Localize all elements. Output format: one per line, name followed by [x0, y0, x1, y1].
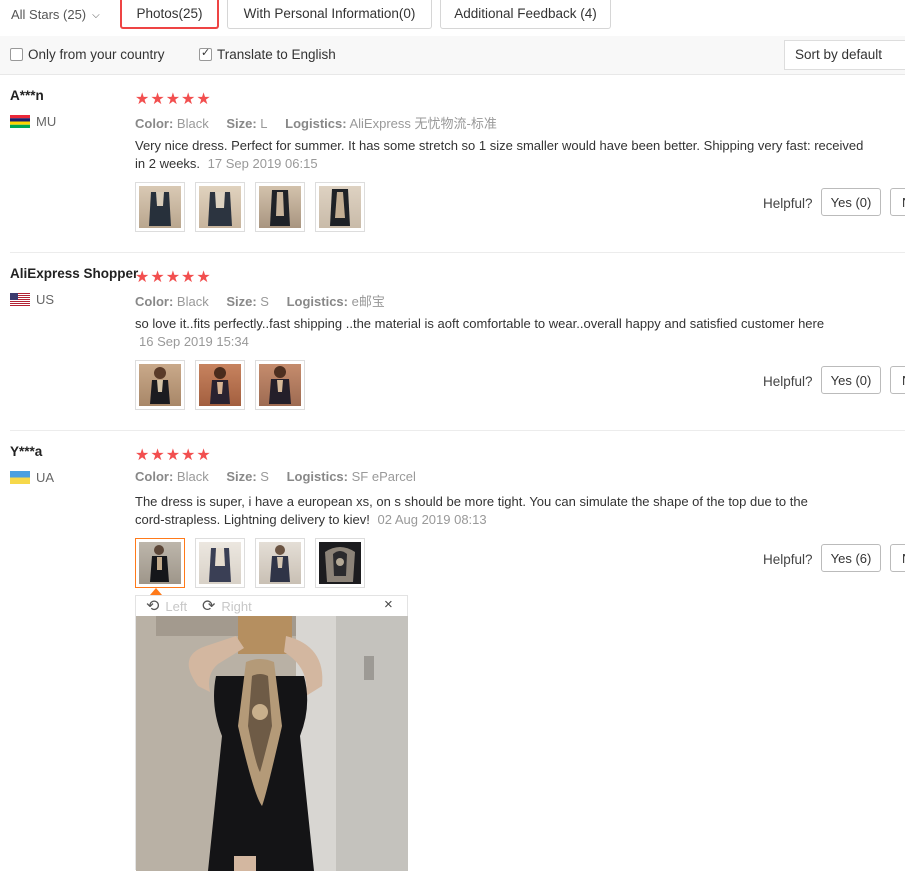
color-label: Color: — [135, 116, 174, 131]
order-attributes: Color: Black Size: S Logistics: e邮宝 — [135, 291, 385, 310]
only-country-label[interactable]: Only from your country — [28, 47, 165, 62]
helpful-no-button[interactable]: N — [890, 366, 905, 394]
review-photo-thumb[interactable] — [195, 182, 245, 232]
flag-ua-icon — [10, 471, 30, 484]
review-text: The dress is super, i have a european xs… — [135, 493, 835, 529]
rotate-right-label: Right — [221, 598, 252, 614]
color-label: Color: — [135, 469, 174, 484]
size-value: L — [260, 116, 268, 131]
helpful-yes-label: Yes (0) — [830, 194, 872, 210]
translate-label[interactable]: Translate to English — [217, 47, 336, 62]
color-value: Black — [176, 116, 209, 131]
tab-personal-info[interactable]: With Personal Information(0) — [227, 0, 432, 29]
star-rating: ★★★★★ — [135, 447, 212, 464]
flag-us-icon — [10, 293, 30, 306]
review-date: 17 Sep 2019 06:15 — [207, 156, 318, 171]
review-photo-thumb[interactable] — [255, 538, 305, 588]
logistics-label: Logistics: — [285, 116, 347, 131]
sort-select[interactable]: Sort by default — [784, 40, 905, 70]
photo-thumbnails — [135, 538, 365, 588]
helpful-label: Helpful? — [763, 552, 813, 567]
helpful-yes-label: Yes (6) — [830, 550, 872, 566]
size-value: S — [260, 469, 269, 484]
helpful-no-button[interactable]: N — [890, 544, 905, 572]
logistics-value: SF eParcel — [351, 469, 416, 484]
only-country-checkbox[interactable] — [10, 48, 23, 61]
review-text: Very nice dress. Perfect for summer. It … — [135, 137, 865, 173]
review-date: 02 Aug 2019 08:13 — [377, 512, 487, 527]
order-attributes: Color: Black Size: L Logistics: AliExpre… — [135, 113, 497, 132]
helpful-yes-button[interactable]: Yes (6) — [821, 544, 881, 572]
review-photo-thumb-selected[interactable] — [135, 538, 185, 588]
options-bar: Only from your country Translate to Engl… — [0, 36, 905, 75]
photo-thumbnails — [135, 182, 365, 232]
helpful-label: Helpful? — [763, 196, 813, 211]
review-item: A***n MU ★★★★★ Color: Black Size: L Logi… — [0, 75, 905, 253]
tab-photos[interactable]: Photos(25) — [120, 0, 219, 29]
country-code: MU — [36, 114, 57, 129]
size-label: Size: — [226, 469, 257, 484]
review-photo-thumb[interactable] — [195, 360, 245, 410]
star-rating: ★★★★★ — [135, 269, 212, 286]
helpful-no-button[interactable]: N — [890, 188, 905, 216]
review-body: so love it..fits perfectly..fast shippin… — [135, 316, 825, 331]
tab-photos-label: Photos(25) — [136, 5, 203, 21]
logistics-value: AliExpress 无忧物流-标准 — [349, 116, 497, 131]
chevron-down-icon: ⌵ — [92, 10, 100, 21]
reviewer-country: MU — [10, 114, 56, 129]
reviewer-country: US — [10, 292, 54, 307]
enlarged-review-photo — [136, 616, 408, 871]
helpful-yes-label: Yes (0) — [830, 372, 872, 388]
reviewer-country: UA — [10, 470, 54, 485]
size-value: S — [260, 294, 269, 309]
review-photo-thumb[interactable] — [135, 182, 185, 232]
logistics-label: Logistics: — [286, 469, 348, 484]
tab-personal-info-label: With Personal Information(0) — [243, 6, 416, 21]
tab-additional-feedback[interactable]: Additional Feedback (4) — [440, 0, 611, 29]
order-attributes: Color: Black Size: S Logistics: SF eParc… — [135, 469, 416, 484]
reviewer-name: Y***a — [10, 444, 43, 459]
sort-select-value: Sort by default — [795, 47, 883, 62]
logistics-label: Logistics: — [286, 294, 348, 309]
color-value: Black — [176, 469, 209, 484]
size-label: Size: — [226, 294, 257, 309]
close-icon[interactable]: × — [384, 596, 393, 613]
rotate-left-icon: ⟲ — [146, 598, 160, 615]
reviewer-name: AliExpress Shopper — [10, 266, 139, 281]
photo-thumbnails — [135, 360, 305, 410]
rotate-right-button[interactable]: ⟳ Right — [202, 596, 252, 616]
color-value: Black — [176, 294, 209, 309]
filter-bar: All Stars (25) ⌵ Photos(25) With Personal… — [0, 0, 905, 34]
all-stars-label: All Stars (25) — [11, 7, 87, 22]
country-code: US — [36, 292, 55, 307]
logistics-value: e邮宝 — [351, 294, 385, 309]
color-label: Color: — [135, 294, 174, 309]
viewer-pointer — [150, 588, 162, 595]
helpful-yes-button[interactable]: Yes (0) — [821, 188, 881, 216]
photo-viewer: ⟲ Left ⟳ Right × — [135, 595, 408, 871]
review-text: so love it..fits perfectly..fast shippin… — [135, 315, 865, 351]
country-code: UA — [36, 470, 55, 485]
rotate-left-label: Left — [165, 598, 188, 614]
helpful-label: Helpful? — [763, 374, 813, 389]
size-label: Size: — [226, 116, 257, 131]
all-stars-dropdown[interactable]: All Stars (25) ⌵ — [11, 7, 100, 22]
helpful-yes-button[interactable]: Yes (0) — [821, 366, 881, 394]
review-photo-thumb[interactable] — [315, 182, 365, 232]
reviewer-name: A***n — [10, 88, 44, 103]
review-photo-thumb[interactable] — [135, 360, 185, 410]
review-photo-thumb[interactable] — [255, 360, 305, 410]
rotate-left-button[interactable]: ⟲ Left — [146, 596, 187, 616]
translate-checkbox[interactable] — [199, 46, 212, 61]
review-photo-thumb[interactable] — [195, 538, 245, 588]
review-date: 16 Sep 2019 15:34 — [139, 334, 249, 349]
review-item: AliExpress Shopper US ★★★★★ Color: Black… — [0, 253, 905, 431]
tab-additional-feedback-label: Additional Feedback (4) — [454, 6, 597, 21]
review-photo-thumb[interactable] — [315, 538, 365, 588]
flag-mu-icon — [10, 115, 30, 128]
rotate-right-icon: ⟳ — [202, 598, 216, 615]
review-photo-thumb[interactable] — [255, 182, 305, 232]
star-rating: ★★★★★ — [135, 91, 212, 108]
